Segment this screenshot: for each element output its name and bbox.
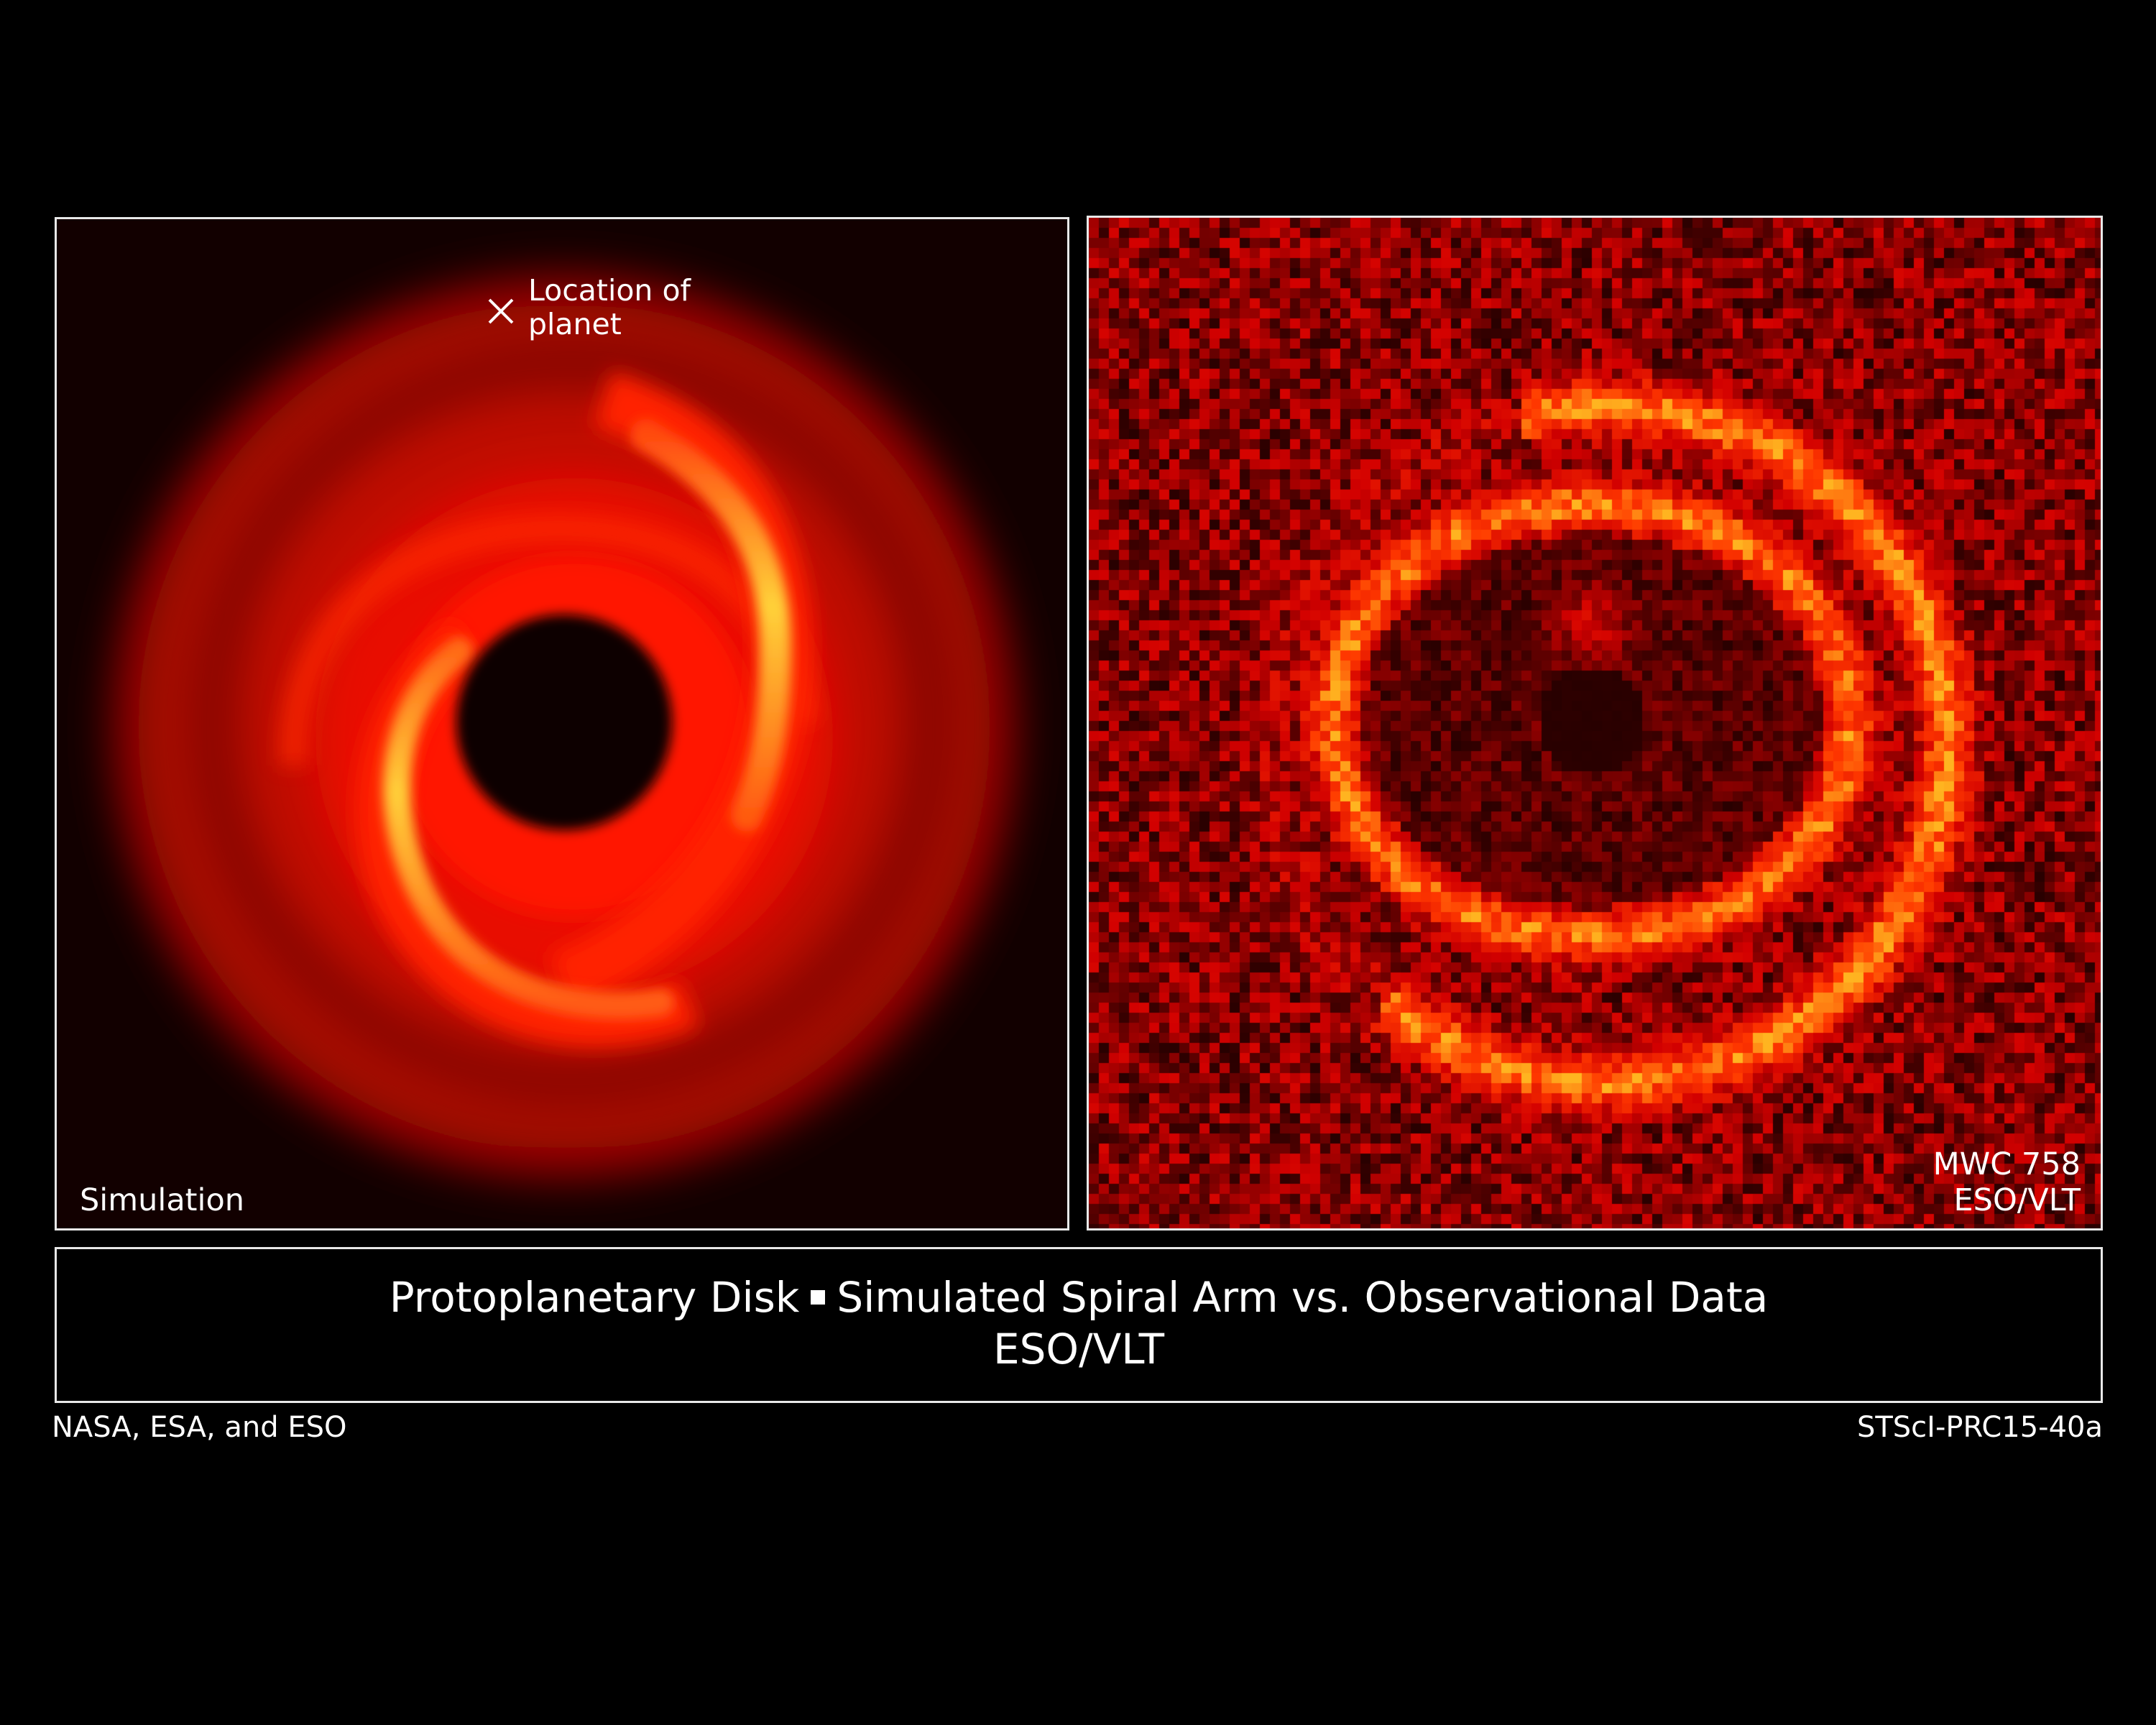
simulation-panel: Location of planet Simulation bbox=[55, 217, 1069, 1230]
observation-panel: MWC 758 ESO/VLT bbox=[1087, 216, 2103, 1230]
observed-disk-image bbox=[1089, 218, 2101, 1228]
target-name-label: MWC 758 bbox=[1932, 1146, 2081, 1182]
planet-label-line1: Location of bbox=[528, 273, 691, 308]
simulated-disk-image bbox=[90, 252, 1038, 1201]
caption-subtitle: ESO/VLT bbox=[992, 1325, 1165, 1374]
caption-box: Protoplanetary Disk Simulated Spiral Arm … bbox=[55, 1247, 2103, 1403]
central-cavity bbox=[456, 615, 672, 830]
image-credit: NASA, ESA, and ESO bbox=[52, 1411, 347, 1444]
observation-credit-label: ESO/VLT bbox=[1953, 1182, 2081, 1218]
caption-title-right: Simulated Spiral Arm vs. Observational D… bbox=[837, 1273, 1769, 1322]
release-id: STScI-PRC15-40a bbox=[1856, 1411, 2103, 1444]
caption-title: Protoplanetary Disk Simulated Spiral Arm … bbox=[57, 1272, 2101, 1322]
caption-title-left: Protoplanetary Disk bbox=[389, 1273, 800, 1322]
bullet-separator-icon bbox=[811, 1289, 826, 1305]
planet-location-label: Location of planet bbox=[528, 274, 691, 341]
simulation-label: Simulation bbox=[80, 1182, 245, 1218]
planet-location-marker-icon bbox=[488, 298, 514, 324]
planet-label-line2: planet bbox=[528, 307, 622, 341]
